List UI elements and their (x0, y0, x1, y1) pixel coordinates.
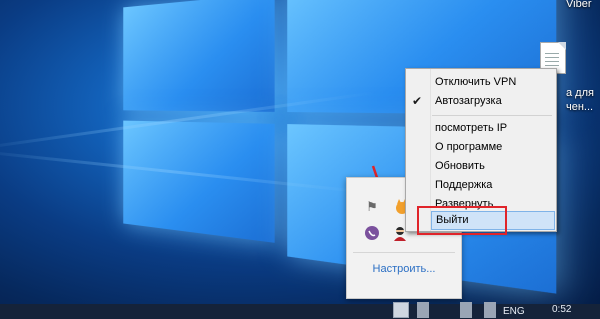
network-icon[interactable] (417, 302, 429, 318)
viber-icon[interactable] (363, 224, 381, 242)
flag-icon[interactable]: ⚑ (363, 198, 381, 216)
action-center-icon[interactable] (393, 302, 409, 318)
clock-time[interactable]: 0:52 (552, 304, 571, 315)
menu-item-update[interactable]: Обновить (431, 157, 555, 176)
menu-item-support[interactable]: Поддержка (431, 176, 555, 195)
battery-icon[interactable] (460, 302, 472, 318)
menu-item-disable-vpn[interactable]: Отключить VPN (431, 73, 555, 92)
checkmark-icon: ✔ (412, 94, 423, 108)
configure-link[interactable]: Настроить... (347, 263, 461, 275)
menu-item-about[interactable]: О программе (431, 138, 555, 157)
annotation-highlight-box (417, 206, 507, 235)
input-language[interactable]: ENG (503, 306, 525, 317)
menu-item-view-ip[interactable]: посмотреть IP (431, 119, 555, 138)
volume-icon[interactable] (484, 302, 496, 318)
tray-separator (353, 252, 455, 253)
menu-separator (432, 115, 552, 116)
menu-item-autostart[interactable]: Автозагрузка (431, 92, 555, 111)
